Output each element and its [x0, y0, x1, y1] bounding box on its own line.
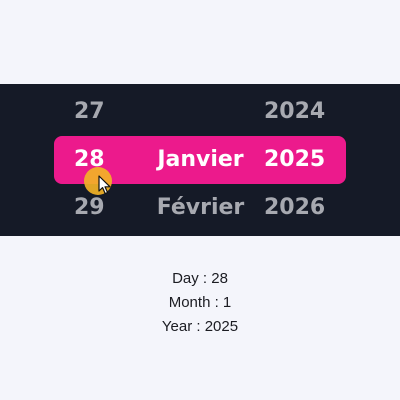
year-option-2025-selected[interactable]: 2025: [264, 146, 325, 174]
selected-month-readout: Month : 1: [168, 294, 232, 311]
month-option-janvier-selected[interactable]: Janvier: [138, 146, 263, 174]
year-option-2026[interactable]: 2026: [264, 194, 325, 222]
year-option-2024[interactable]: 2024: [264, 98, 325, 126]
day-option-29[interactable]: 29: [74, 194, 105, 222]
selected-day-readout: Day : 28: [172, 270, 228, 287]
day-option-27[interactable]: 27: [74, 98, 105, 126]
mouse-cursor-icon: [98, 175, 111, 195]
selected-year-readout: Year : 2025: [161, 318, 239, 335]
month-option-fevrier[interactable]: Février: [138, 194, 263, 222]
